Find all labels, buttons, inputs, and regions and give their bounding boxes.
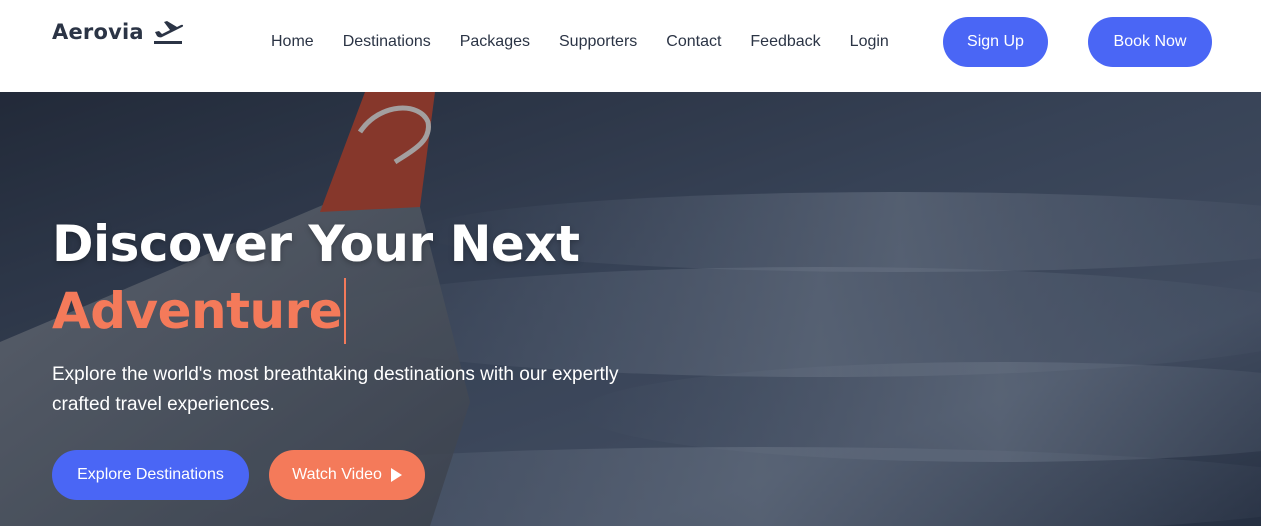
nav-link-contact[interactable]: Contact xyxy=(666,30,721,54)
nav-link-home[interactable]: Home xyxy=(271,30,314,54)
watch-video-label: Watch Video xyxy=(292,466,382,483)
navbar: Aerovia Home Destinations Packages Suppo… xyxy=(0,0,1261,92)
nav-link-packages[interactable]: Packages xyxy=(460,30,530,54)
main-nav: Home Destinations Packages Supporters Co… xyxy=(271,30,889,54)
typing-caret xyxy=(344,278,347,344)
nav-link-destinations[interactable]: Destinations xyxy=(343,30,431,54)
hero-section: Discover Your Next Adventure Explore the… xyxy=(0,92,1261,526)
sign-up-button[interactable]: Sign Up xyxy=(943,17,1048,67)
hero-subtitle: Explore the world's most breathtaking de… xyxy=(52,364,619,415)
brand-logo[interactable]: Aerovia xyxy=(52,18,184,46)
nav-link-supporters[interactable]: Supporters xyxy=(559,30,637,54)
nav-link-login[interactable]: Login xyxy=(850,30,889,54)
watch-video-button[interactable]: Watch Video xyxy=(269,450,425,500)
book-now-button[interactable]: Book Now xyxy=(1088,17,1212,67)
hero-title-accent: Adventure xyxy=(52,278,347,344)
play-icon xyxy=(390,468,402,482)
explore-destinations-label: Explore Destinations xyxy=(77,466,224,483)
nav-link-feedback[interactable]: Feedback xyxy=(750,30,820,54)
hero-title: Discover Your Next xyxy=(52,215,580,273)
explore-destinations-button[interactable]: Explore Destinations xyxy=(52,450,249,500)
plane-departure-icon xyxy=(153,21,183,44)
brand-name: Aerovia xyxy=(52,20,144,44)
hero-title-accent-text: Adventure xyxy=(52,282,343,340)
